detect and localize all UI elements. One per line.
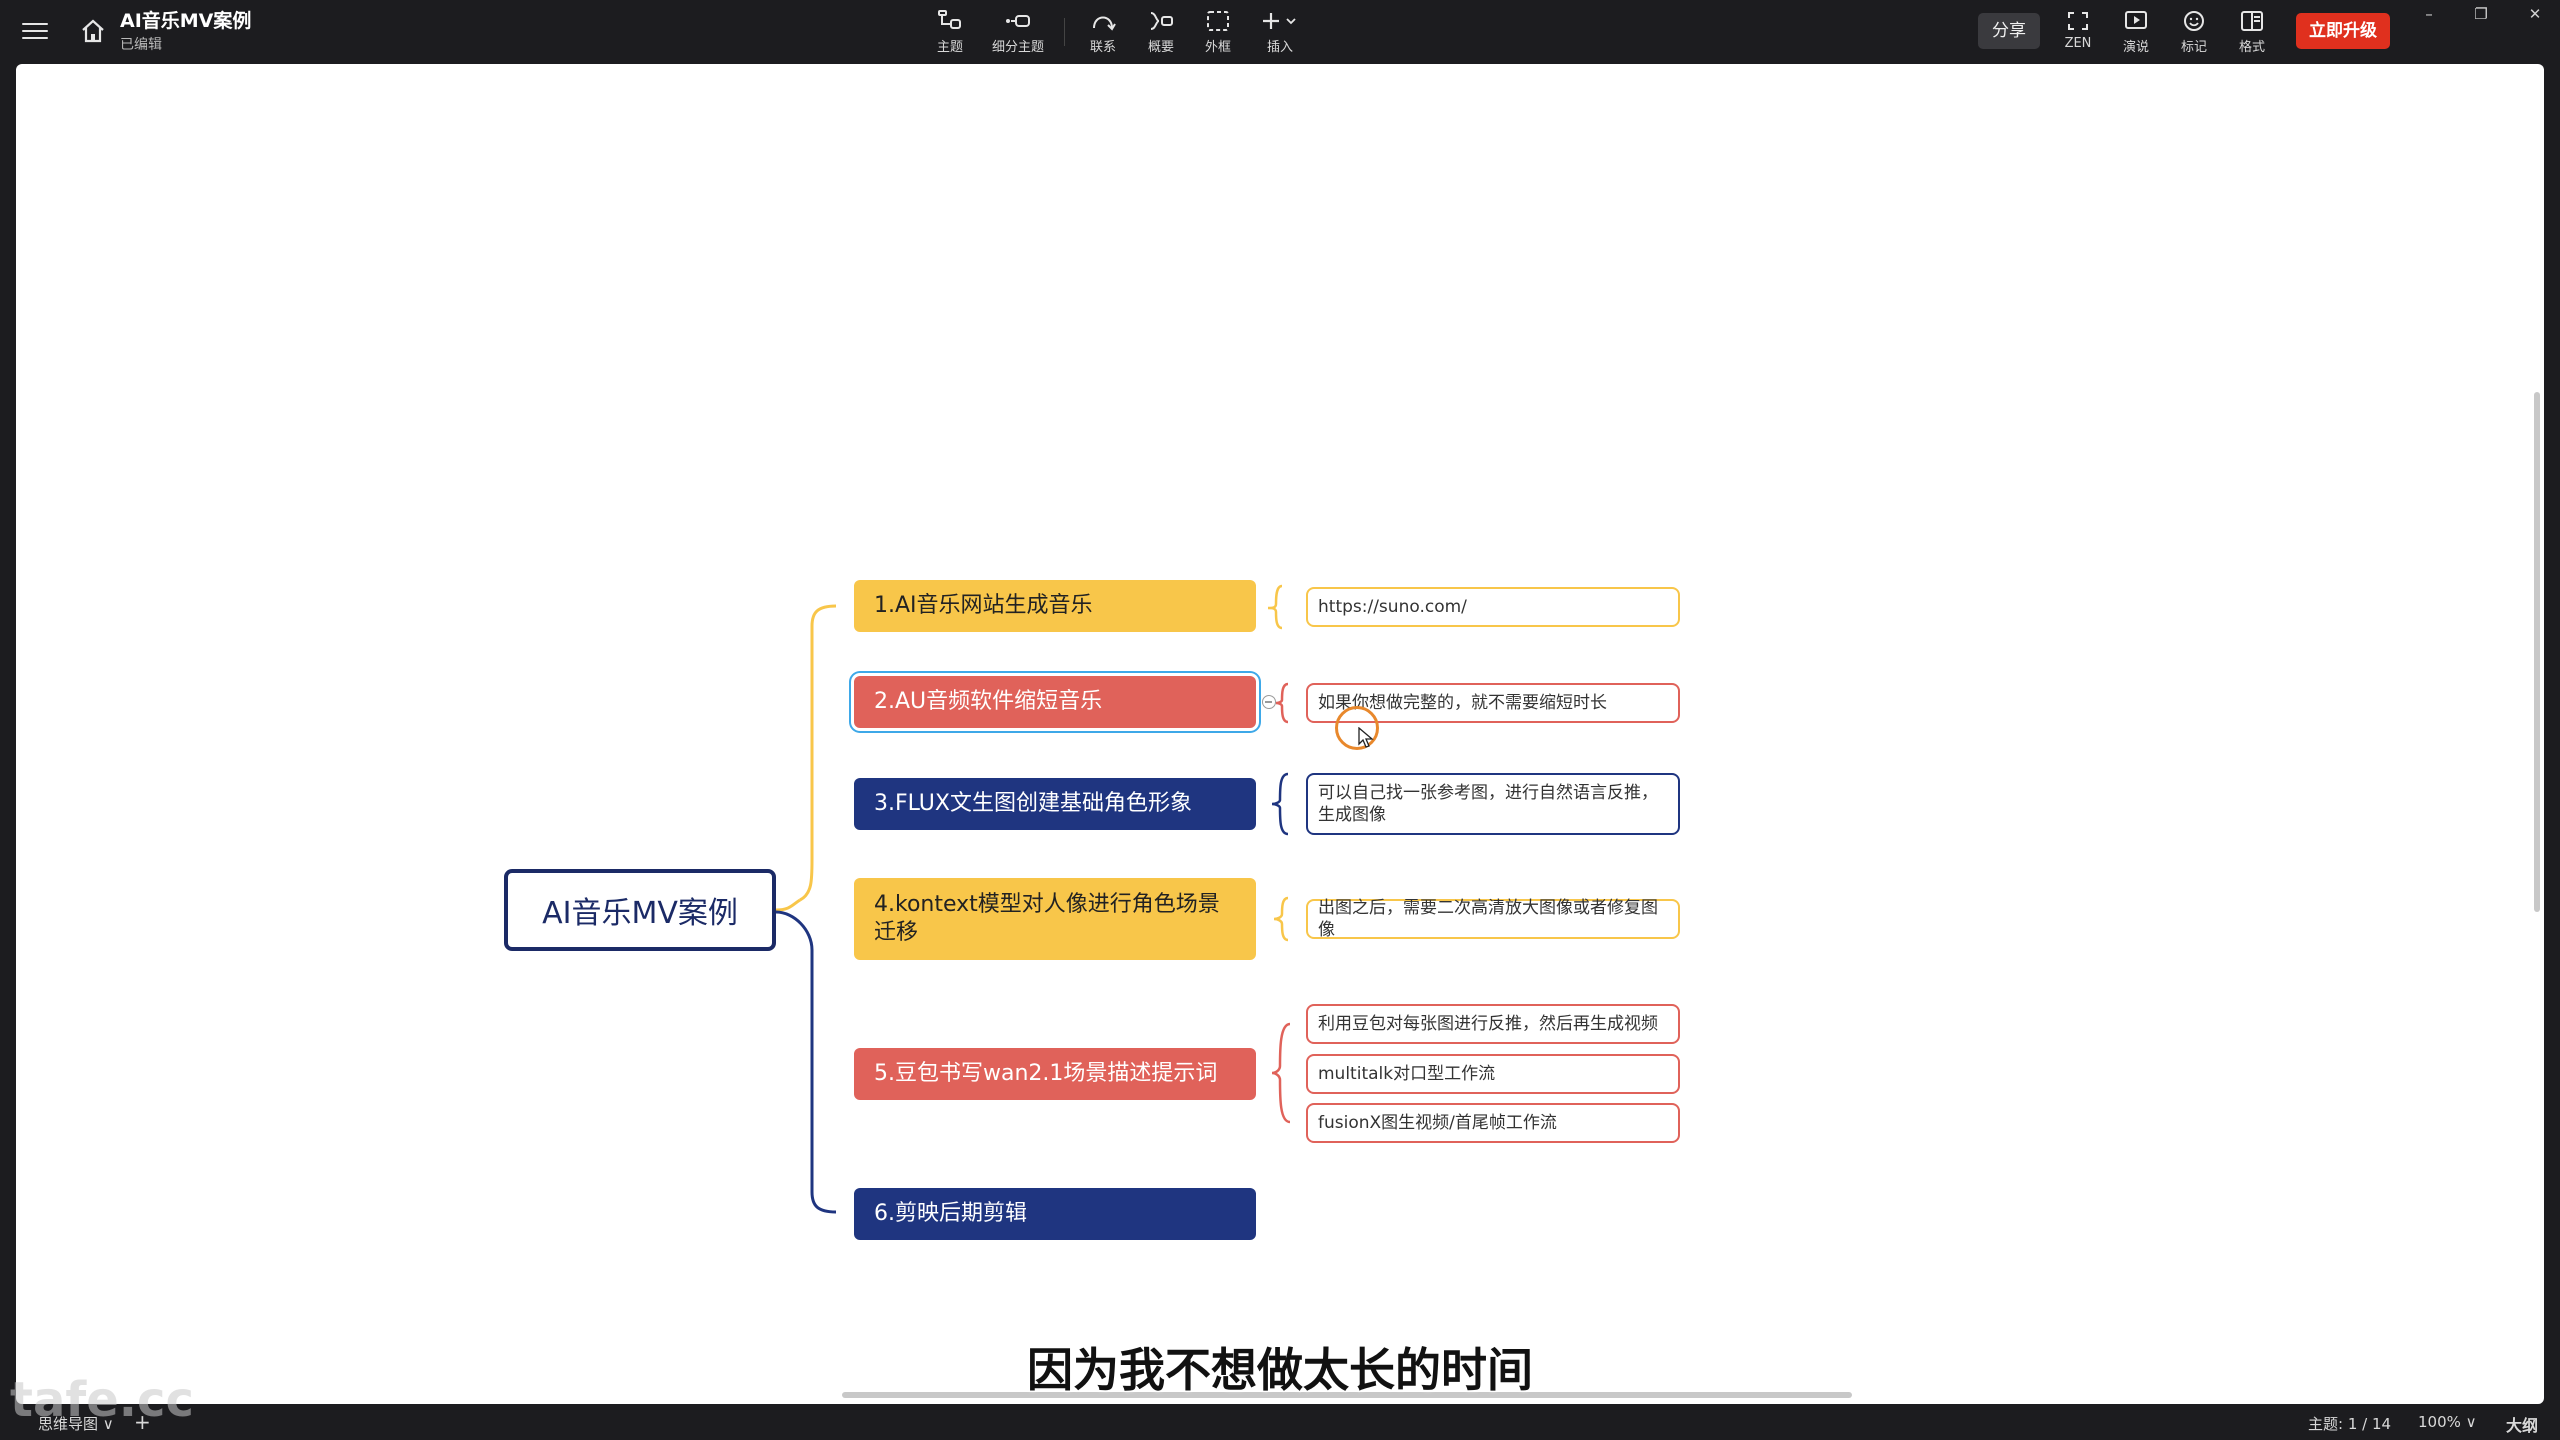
main-topic-3[interactable]: 3.FLUX文生图创建基础角色形象 xyxy=(854,778,1256,830)
tool-label: 演说 xyxy=(2122,40,2149,55)
main-topic-6[interactable]: 6.剪映后期剪辑 xyxy=(854,1188,1256,1240)
summary-button[interactable]: 概要 xyxy=(1129,8,1193,58)
subtopic-5-1[interactable]: 利用豆包对每张图进行反推，然后再生成视频 xyxy=(1306,1004,1680,1044)
main-topic-5[interactable]: 5.豆包书写wan2.1场景描述提示词 xyxy=(854,1048,1256,1100)
toolbar-divider xyxy=(1064,18,1065,46)
zen-mode-button[interactable]: ZEN xyxy=(2046,8,2110,58)
subtopic-3-1[interactable]: 可以自己找一张参考图，进行自然语言反推，生成图像 xyxy=(1306,773,1680,835)
topic-icon xyxy=(938,10,961,29)
home-icon[interactable] xyxy=(78,16,108,46)
subtopic-4-1[interactable]: 出图之后，需要二次高清放大图像或者修复图像 xyxy=(1306,898,1680,940)
topic-counter: 主题: 1 / 14 xyxy=(2308,1415,2392,1433)
subtopic-5-3[interactable]: fusionX图生视频/首尾帧工作流 xyxy=(1306,1103,1680,1143)
format-button[interactable]: 格式 xyxy=(2220,8,2284,58)
relationship-icon xyxy=(1093,16,1116,31)
insert-button[interactable]: 插入 xyxy=(1248,8,1312,58)
subtopic-1-1[interactable]: https://suno.com/ xyxy=(1306,587,1680,627)
tool-label: 联系 xyxy=(1089,40,1116,55)
title-bar: AI音乐MV案例 已编辑 主题 细分主题 联系 概要 外框 插入 分享 ZEN … xyxy=(0,0,2560,64)
restore-icon[interactable]: ❐ xyxy=(2464,2,2498,26)
video-subtitle: 因为我不想做太长的时间 xyxy=(1026,1342,1534,1398)
vertical-scrollbar[interactable] xyxy=(2534,392,2540,912)
root-topic[interactable]: AI音乐MV案例 xyxy=(504,869,776,951)
add-topic-button[interactable]: 主题 xyxy=(918,8,982,58)
tool-label: 外框 xyxy=(1204,40,1231,55)
tool-label: 插入 xyxy=(1266,40,1293,55)
zoom-select[interactable]: 100% ∨ xyxy=(2418,1413,2477,1431)
add-subtopic-button[interactable]: 细分主题 xyxy=(986,8,1050,58)
collapse-toggle-icon[interactable] xyxy=(1262,695,1276,709)
boundary-icon xyxy=(1207,11,1229,31)
emoji-icon xyxy=(2184,11,2204,31)
main-topic-1[interactable]: 1.AI音乐网站生成音乐 xyxy=(854,580,1256,632)
close-icon[interactable]: ✕ xyxy=(2518,2,2552,26)
mouse-pointer-icon xyxy=(1358,727,1374,748)
document-status: 已编辑 xyxy=(120,37,162,53)
outline-button[interactable]: 大纲 xyxy=(2506,1412,2538,1436)
minimize-icon[interactable]: – xyxy=(2412,2,2446,26)
present-icon xyxy=(2125,11,2147,29)
boundary-button[interactable]: 外框 xyxy=(1186,8,1250,58)
present-button[interactable]: 演说 xyxy=(2104,8,2168,58)
tool-label: 格式 xyxy=(2238,40,2265,55)
subtopic-icon xyxy=(1006,15,1030,27)
upgrade-button[interactable]: 立即升级 xyxy=(2296,13,2390,49)
share-button[interactable]: 分享 xyxy=(1978,13,2040,49)
main-topic-2[interactable]: 2.AU音频软件缩短音乐 xyxy=(854,676,1256,728)
tool-label: 标记 xyxy=(2180,40,2207,55)
tool-label: 主题 xyxy=(936,40,963,55)
tool-label: 概要 xyxy=(1147,40,1174,55)
relationship-button[interactable]: 联系 xyxy=(1071,8,1135,58)
document-title[interactable]: AI音乐MV案例 xyxy=(120,6,251,33)
tool-label: 细分主题 xyxy=(991,40,1044,55)
subtopic-5-2[interactable]: multitalk对口型工作流 xyxy=(1306,1054,1680,1094)
status-bar: 思维导图 ∨ + 主题: 1 / 14 100% ∨ 大纲 xyxy=(0,1404,2560,1440)
mindmap-canvas[interactable] xyxy=(16,64,2544,1404)
tool-label: ZEN xyxy=(2064,36,2092,51)
main-topic-4[interactable]: 4.kontext模型对人像进行角色场景迁移 xyxy=(854,878,1256,960)
marker-button[interactable]: 标记 xyxy=(2162,8,2226,58)
summary-icon xyxy=(1150,12,1173,30)
fullscreen-icon xyxy=(2068,12,2088,30)
format-panel-icon xyxy=(2241,11,2263,31)
insert-icon xyxy=(1263,13,1296,29)
watermark: tafe.cc xyxy=(10,1372,194,1428)
hamburger-menu-icon[interactable] xyxy=(22,18,48,42)
